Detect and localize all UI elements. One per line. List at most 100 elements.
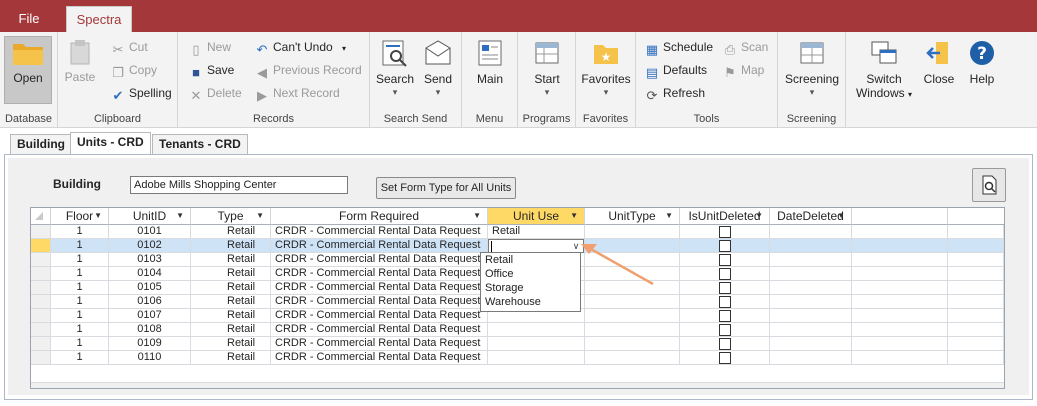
cell-type[interactable]: Retail bbox=[191, 323, 271, 337]
column-header-form-required[interactable]: Form Required ▼ bbox=[271, 208, 488, 225]
cell-unit-type[interactable] bbox=[585, 225, 680, 239]
cell-form-required[interactable]: CRDR - Commercial Rental Data Request bbox=[271, 225, 488, 239]
cell-empty[interactable] bbox=[852, 267, 948, 281]
cell-type[interactable]: Retail bbox=[191, 281, 271, 295]
row-selector[interactable] bbox=[31, 239, 51, 253]
dropdown-option-storage[interactable]: Storage bbox=[481, 281, 580, 295]
cell-empty[interactable] bbox=[948, 351, 1004, 365]
cell-empty[interactable] bbox=[852, 295, 948, 309]
row-selector[interactable] bbox=[31, 281, 51, 295]
paste-button[interactable]: Paste bbox=[62, 36, 98, 104]
cell-unit-use[interactable] bbox=[488, 337, 585, 351]
cell-is-unit-deleted[interactable] bbox=[680, 225, 770, 239]
cell-empty[interactable] bbox=[852, 281, 948, 295]
cell-empty[interactable] bbox=[852, 253, 948, 267]
horizontal-scrollbar[interactable] bbox=[31, 382, 1004, 388]
cell-date-deleted[interactable] bbox=[770, 253, 852, 267]
set-form-type-button[interactable]: Set Form Type for All Units bbox=[376, 177, 516, 199]
cell-empty[interactable] bbox=[948, 295, 1004, 309]
switch-windows-button[interactable]: Switch Windows ▾ bbox=[850, 36, 918, 104]
cell-type[interactable]: Retail bbox=[191, 239, 271, 253]
cell-empty[interactable] bbox=[948, 225, 1004, 239]
is-unit-deleted-checkbox[interactable] bbox=[718, 324, 731, 336]
cell-floor[interactable]: 1 bbox=[51, 309, 109, 323]
tab-units-crd[interactable]: Units - CRD bbox=[70, 132, 151, 155]
cell-floor[interactable]: 1 bbox=[51, 267, 109, 281]
cell-unit-type[interactable] bbox=[585, 295, 680, 309]
cell-date-deleted[interactable] bbox=[770, 267, 852, 281]
start-button[interactable]: Start ▾ bbox=[524, 36, 570, 104]
row-selector[interactable] bbox=[31, 295, 51, 309]
row-selector[interactable] bbox=[31, 337, 51, 351]
cell-empty[interactable] bbox=[852, 309, 948, 323]
tab-building[interactable]: Building bbox=[10, 134, 72, 154]
column-header-unit-use[interactable]: Unit Use ▼ bbox=[488, 208, 585, 225]
dropdown-option-warehouse[interactable]: Warehouse bbox=[481, 295, 580, 309]
map-button[interactable]: ⚑ Map bbox=[722, 59, 764, 81]
column-header-unit-id[interactable]: UnitID ▼ bbox=[109, 208, 191, 225]
is-unit-deleted-checkbox[interactable] bbox=[718, 296, 731, 308]
cell-unit-type[interactable] bbox=[585, 323, 680, 337]
cell-type[interactable]: Retail bbox=[191, 267, 271, 281]
column-header-floor[interactable]: Floor ▼ bbox=[51, 208, 109, 225]
cell-empty[interactable] bbox=[852, 351, 948, 365]
cell-floor[interactable]: 1 bbox=[51, 351, 109, 365]
defaults-button[interactable]: ▤ Defaults bbox=[644, 59, 707, 81]
cell-empty[interactable] bbox=[948, 309, 1004, 323]
cell-floor[interactable]: 1 bbox=[51, 323, 109, 337]
cell-unit-id[interactable]: 0103 bbox=[109, 253, 191, 267]
close-button[interactable]: Close bbox=[918, 36, 960, 104]
cell-empty[interactable] bbox=[948, 253, 1004, 267]
cell-unit-use[interactable]: Retail bbox=[488, 225, 585, 239]
dropdown-option-retail[interactable]: Retail bbox=[481, 253, 580, 267]
cell-unit-use[interactable] bbox=[488, 323, 585, 337]
row-selector[interactable] bbox=[31, 267, 51, 281]
send-button[interactable]: Send ▾ bbox=[418, 36, 458, 104]
cell-form-required[interactable]: CRDR - Commercial Rental Data Request bbox=[271, 351, 488, 365]
undo-button[interactable]: ↶ Can't Undo ▾ bbox=[254, 36, 346, 58]
cell-floor[interactable]: 1 bbox=[51, 225, 109, 239]
cell-is-unit-deleted[interactable] bbox=[680, 295, 770, 309]
spelling-button[interactable]: ✔ Spelling bbox=[110, 82, 172, 104]
cell-floor[interactable]: 1 bbox=[51, 239, 109, 253]
is-unit-deleted-checkbox[interactable] bbox=[718, 254, 731, 266]
cell-empty[interactable] bbox=[852, 337, 948, 351]
cell-type[interactable]: Retail bbox=[191, 309, 271, 323]
help-button[interactable]: ? Help bbox=[962, 36, 1002, 104]
tab-tenants-crd[interactable]: Tenants - CRD bbox=[152, 134, 248, 154]
cell-type[interactable]: Retail bbox=[191, 225, 271, 239]
cell-is-unit-deleted[interactable] bbox=[680, 267, 770, 281]
cell-empty[interactable] bbox=[948, 281, 1004, 295]
cell-date-deleted[interactable] bbox=[770, 351, 852, 365]
main-button[interactable]: Main bbox=[468, 36, 512, 104]
cell-date-deleted[interactable] bbox=[770, 281, 852, 295]
cell-date-deleted[interactable] bbox=[770, 323, 852, 337]
scan-button[interactable]: ⎙ Scan bbox=[722, 36, 769, 58]
cut-button[interactable]: ✂ Cut bbox=[110, 36, 148, 58]
cell-is-unit-deleted[interactable] bbox=[680, 239, 770, 253]
is-unit-deleted-checkbox[interactable] bbox=[718, 310, 731, 322]
cell-form-required[interactable]: CRDR - Commercial Rental Data Request bbox=[271, 337, 488, 351]
cell-floor[interactable]: 1 bbox=[51, 253, 109, 267]
table-row[interactable]: 1 0102 Retail CRDR - Commercial Rental Data… bbox=[31, 239, 1004, 253]
cell-unit-id[interactable]: 0109 bbox=[109, 337, 191, 351]
row-selector[interactable] bbox=[31, 323, 51, 337]
cell-empty[interactable] bbox=[852, 239, 948, 253]
select-all-corner[interactable] bbox=[31, 208, 51, 225]
cell-type[interactable]: Retail bbox=[191, 295, 271, 309]
building-field[interactable] bbox=[130, 176, 348, 194]
cell-is-unit-deleted[interactable] bbox=[680, 253, 770, 267]
cell-unit-type[interactable] bbox=[585, 337, 680, 351]
cell-empty[interactable] bbox=[852, 225, 948, 239]
delete-button[interactable]: ✕ Delete bbox=[188, 82, 242, 104]
cell-unit-id[interactable]: 0110 bbox=[109, 351, 191, 365]
cell-unit-id[interactable]: 0108 bbox=[109, 323, 191, 337]
open-button[interactable]: Open bbox=[4, 36, 52, 104]
row-selector[interactable] bbox=[31, 253, 51, 267]
search-button[interactable]: Search ▾ bbox=[374, 36, 416, 104]
spectra-tab[interactable]: Spectra bbox=[66, 6, 132, 33]
table-row[interactable]: 1 0101 Retail CRDR - Commercial Rental Data… bbox=[31, 225, 1004, 239]
file-tab[interactable]: File bbox=[6, 7, 52, 31]
table-row[interactable]: 1 0110 Retail CRDR - Commercial Rental Data… bbox=[31, 351, 1004, 365]
cell-unit-type[interactable] bbox=[585, 309, 680, 323]
